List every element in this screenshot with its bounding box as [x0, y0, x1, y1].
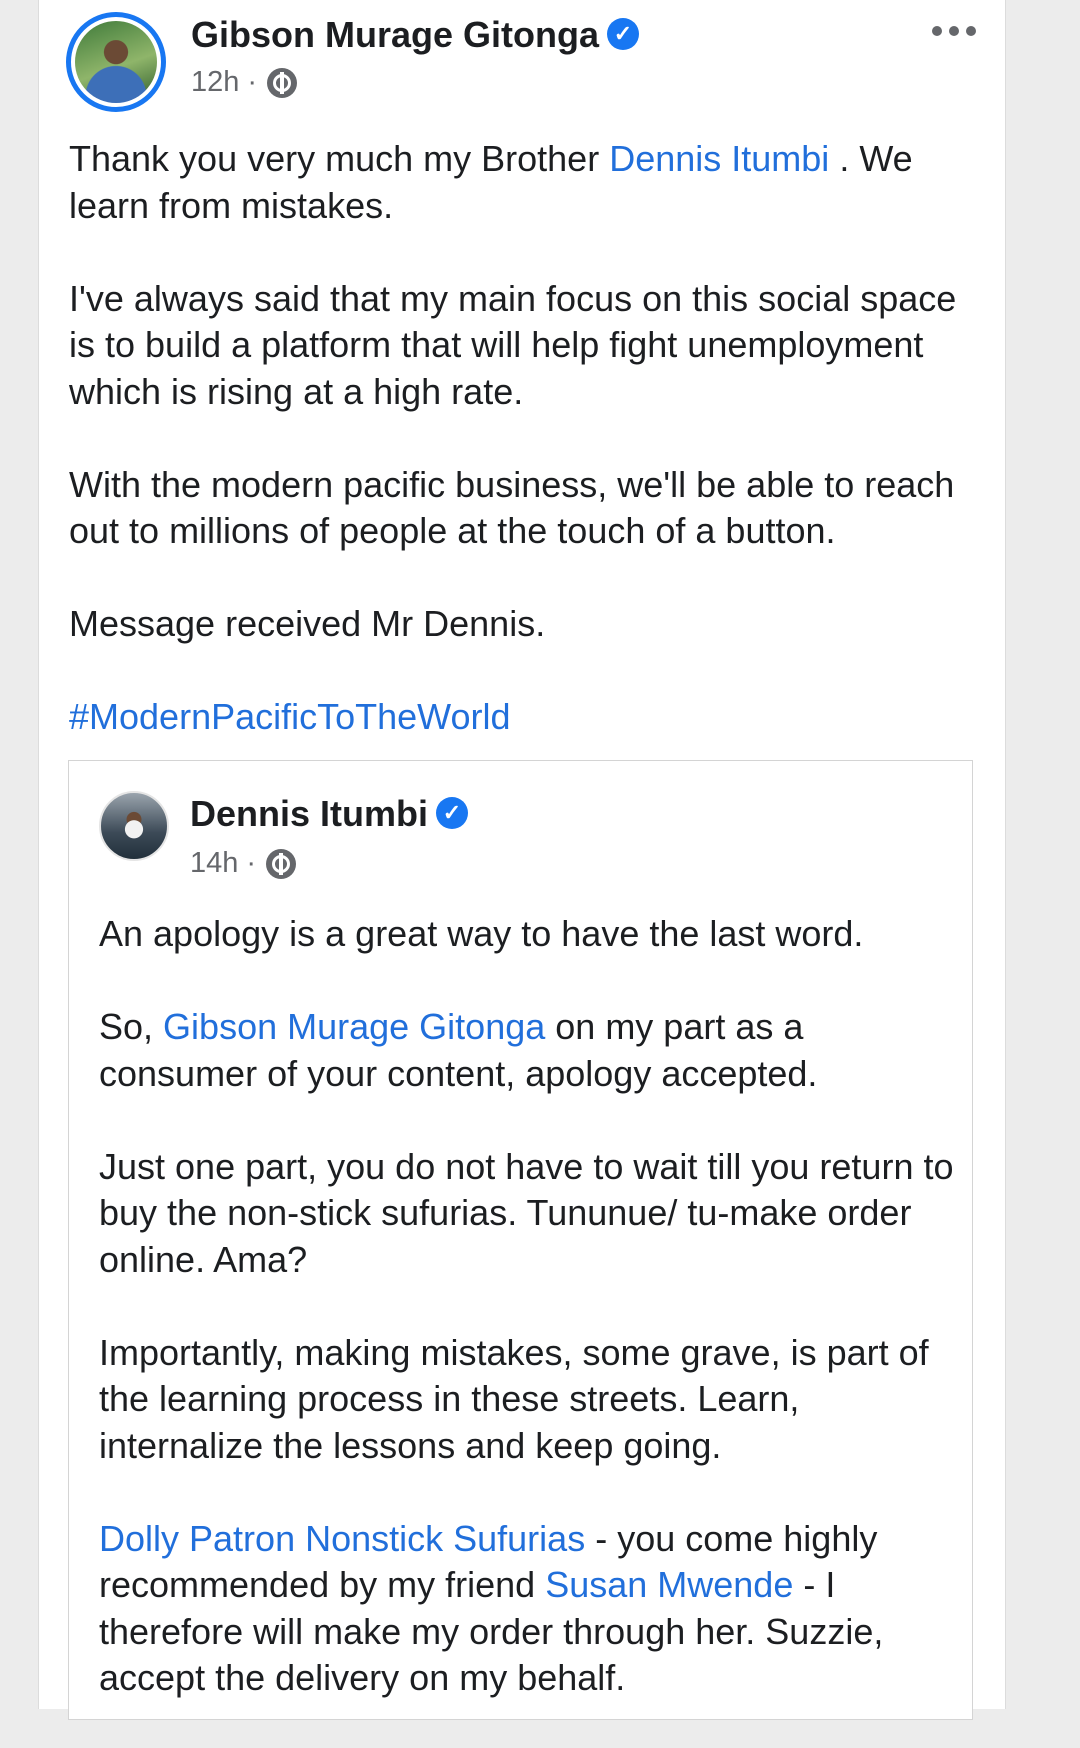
author-name-text[interactable]: Gibson Murage Gitonga: [191, 14, 599, 55]
shared-paragraph-1: An apology is a great way to have the la…: [99, 913, 864, 954]
author-photo: [75, 21, 157, 103]
shared-paragraph-4: Importantly, making mistakes, some grave…: [99, 1331, 929, 1466]
shared-post-meta: 14h ·: [190, 847, 297, 880]
post-meta: 12h ·: [191, 66, 298, 99]
dot-icon: [949, 26, 959, 36]
verified-badge-icon: ✓: [436, 797, 469, 830]
post-time[interactable]: 12h: [191, 66, 239, 99]
meta-separator: ·: [246, 847, 257, 879]
dot-icon: [966, 26, 976, 36]
globe-icon[interactable]: [266, 848, 297, 879]
shared-author-name-text[interactable]: Dennis Itumbi: [190, 793, 428, 834]
mention-gibson-murage-gitonga[interactable]: Gibson Murage Gitonga: [163, 1006, 545, 1047]
shared-post[interactable]: Dennis Itumbi ✓ 14h · An apology is a gre…: [68, 760, 973, 1720]
verified-badge-icon: ✓: [607, 18, 640, 51]
shared-paragraph-5: Dolly Patron Nonstick Sufurias - you com…: [99, 1516, 959, 1702]
shared-paragraph-3: Just one part, you do not have to wait t…: [99, 1145, 954, 1280]
author-avatar[interactable]: [66, 12, 166, 112]
dot-icon: [932, 26, 942, 36]
author-name[interactable]: Gibson Murage Gitonga ✓: [191, 14, 640, 56]
shared-post-time[interactable]: 14h: [190, 847, 238, 880]
mention-dennis-itumbi[interactable]: Dennis Itumbi: [609, 138, 829, 179]
post-paragraph-3: With the modern pacific business, we'll …: [69, 463, 955, 552]
shared-author-name[interactable]: Dennis Itumbi ✓: [190, 793, 469, 835]
post-paragraph-1-start: Thank you very much my Brother: [69, 138, 610, 179]
post-paragraph-2: I've always said that my main focus on t…: [69, 277, 957, 412]
post-paragraph-4: Message received Mr Dennis.: [69, 603, 546, 644]
shared-post-body: An apology is a great way to have the la…: [99, 911, 959, 1748]
post-body: Thank you very much my Brother Dennis It…: [69, 136, 979, 787]
globe-icon[interactable]: [267, 67, 298, 98]
mention-dolly-patron[interactable]: Dolly Patron Nonstick Sufurias: [99, 1518, 585, 1559]
shared-author-avatar[interactable]: [99, 791, 169, 861]
shared-paragraph-2: So, Gibson Murage Gitonga on my part as …: [99, 1004, 959, 1097]
shared-paragraph-2-start: So,: [99, 1006, 164, 1047]
more-options-icon[interactable]: [932, 20, 976, 42]
meta-separator: ·: [247, 66, 258, 98]
hashtag-link[interactable]: #ModernPacificToTheWorld: [69, 694, 979, 741]
post-paragraph-1: Thank you very much my Brother Dennis It…: [69, 136, 979, 229]
mention-susan-mwende[interactable]: Susan Mwende: [545, 1564, 793, 1605]
